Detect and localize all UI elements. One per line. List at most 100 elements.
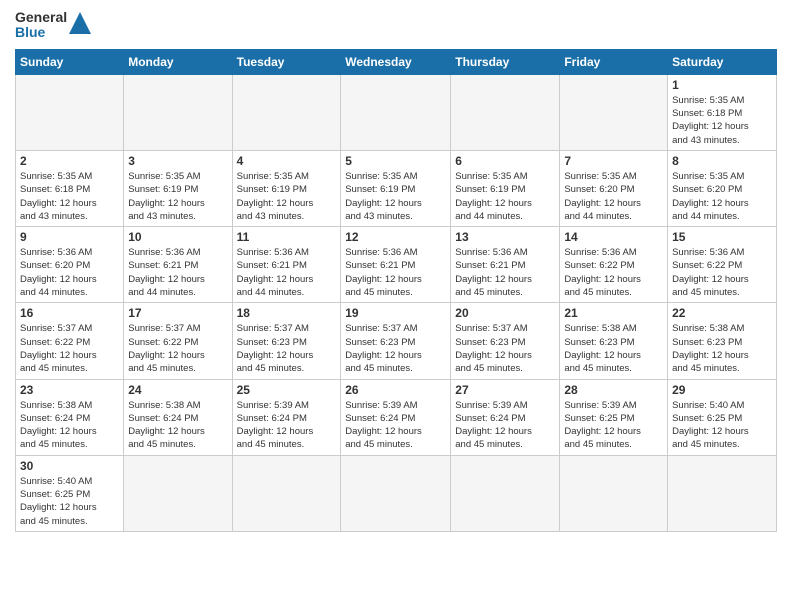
week-row-1: 2Sunrise: 5:35 AMSunset: 6:18 PMDaylight… xyxy=(16,150,777,226)
calendar-cell: 4Sunrise: 5:35 AMSunset: 6:19 PMDaylight… xyxy=(232,150,341,226)
day-number: 26 xyxy=(345,383,446,397)
calendar-cell: 10 Sunrise: 5:36 AMSunset: 6:21 PMDayligh… xyxy=(124,227,232,303)
calendar-cell: 15Sunrise: 5:36 AMSunset: 6:22 PMDayligh… xyxy=(668,227,777,303)
header-friday: Friday xyxy=(560,49,668,74)
day-number: 23 xyxy=(20,383,119,397)
calendar-cell: 9 Sunrise: 5:36 AMSunset: 6:20 PMDaylight… xyxy=(16,227,124,303)
calendar-cell: 11 Sunrise: 5:36 AMSunset: 6:21 PMDayligh… xyxy=(232,227,341,303)
calendar-cell: 28 Sunrise: 5:39 AMSunset: 6:25 PMDayligh… xyxy=(560,379,668,455)
calendar-cell xyxy=(451,455,560,531)
day-info: Sunrise: 5:37 AMSunset: 6:23 PMDaylight:… xyxy=(455,322,555,375)
calendar-cell xyxy=(341,455,451,531)
calendar-cell: 2Sunrise: 5:35 AMSunset: 6:18 PMDaylight… xyxy=(16,150,124,226)
calendar-cell: 27 Sunrise: 5:39 AMSunset: 6:24 PMDayligh… xyxy=(451,379,560,455)
header-saturday: Saturday xyxy=(668,49,777,74)
day-info: Sunrise: 5:39 AMSunset: 6:24 PMDaylight:… xyxy=(345,399,446,452)
calendar-cell xyxy=(124,455,232,531)
day-info: Sunrise: 5:38 AMSunset: 6:23 PMDaylight:… xyxy=(672,322,772,375)
day-info: Sunrise: 5:39 AMSunset: 6:24 PMDaylight:… xyxy=(455,399,555,452)
day-number: 3 xyxy=(128,154,227,168)
day-number: 17 xyxy=(128,306,227,320)
day-number: 14 xyxy=(564,230,663,244)
header-sunday: Sunday xyxy=(16,49,124,74)
calendar-cell: 3 Sunrise: 5:35 AMSunset: 6:19 PMDaylight… xyxy=(124,150,232,226)
calendar-cell: 13Sunrise: 5:36 AMSunset: 6:21 PMDayligh… xyxy=(451,227,560,303)
logo: General Blue xyxy=(15,10,91,41)
day-number: 25 xyxy=(237,383,337,397)
day-number: 29 xyxy=(672,383,772,397)
week-row-2: 9 Sunrise: 5:36 AMSunset: 6:20 PMDaylight… xyxy=(16,227,777,303)
day-info: Sunrise: 5:37 AMSunset: 6:22 PMDaylight:… xyxy=(128,322,227,375)
day-number: 4 xyxy=(237,154,337,168)
day-info: Sunrise: 5:37 AMSunset: 6:23 PMDaylight:… xyxy=(345,322,446,375)
header-tuesday: Tuesday xyxy=(232,49,341,74)
day-info: Sunrise: 5:38 AMSunset: 6:24 PMDaylight:… xyxy=(128,399,227,452)
day-info: Sunrise: 5:37 AMSunset: 6:22 PMDaylight:… xyxy=(20,322,119,375)
day-info: Sunrise: 5:38 AMSunset: 6:24 PMDaylight:… xyxy=(20,399,119,452)
calendar-cell: 24 Sunrise: 5:38 AMSunset: 6:24 PMDayligh… xyxy=(124,379,232,455)
week-row-3: 16 Sunrise: 5:37 AMSunset: 6:22 PMDayligh… xyxy=(16,303,777,379)
calendar-cell: 19 Sunrise: 5:37 AMSunset: 6:23 PMDayligh… xyxy=(341,303,451,379)
day-info: Sunrise: 5:35 AMSunset: 6:19 PMDaylight:… xyxy=(128,170,227,223)
day-number: 1 xyxy=(672,78,772,92)
calendar-cell: 14Sunrise: 5:36 AMSunset: 6:22 PMDayligh… xyxy=(560,227,668,303)
calendar-cell xyxy=(668,455,777,531)
day-number: 2 xyxy=(20,154,119,168)
calendar-cell: 23 Sunrise: 5:38 AMSunset: 6:24 PMDayligh… xyxy=(16,379,124,455)
day-number: 6 xyxy=(455,154,555,168)
page-header: General Blue xyxy=(15,10,777,41)
week-row-4: 23 Sunrise: 5:38 AMSunset: 6:24 PMDayligh… xyxy=(16,379,777,455)
calendar-cell xyxy=(451,74,560,150)
day-number: 30 xyxy=(20,459,119,473)
day-number: 12 xyxy=(345,230,446,244)
day-info: Sunrise: 5:39 AMSunset: 6:24 PMDaylight:… xyxy=(237,399,337,452)
day-number: 16 xyxy=(20,306,119,320)
calendar-cell: 1Sunrise: 5:35 AMSunset: 6:18 PMDaylight… xyxy=(668,74,777,150)
day-number: 10 xyxy=(128,230,227,244)
calendar-cell: 12 Sunrise: 5:36 AMSunset: 6:21 PMDayligh… xyxy=(341,227,451,303)
calendar-cell: 26 Sunrise: 5:39 AMSunset: 6:24 PMDayligh… xyxy=(341,379,451,455)
calendar-cell: 29Sunrise: 5:40 AMSunset: 6:25 PMDayligh… xyxy=(668,379,777,455)
day-info: Sunrise: 5:39 AMSunset: 6:25 PMDaylight:… xyxy=(564,399,663,452)
day-info: Sunrise: 5:35 AMSunset: 6:19 PMDaylight:… xyxy=(345,170,446,223)
day-number: 5 xyxy=(345,154,446,168)
calendar-cell: 22 Sunrise: 5:38 AMSunset: 6:23 PMDayligh… xyxy=(668,303,777,379)
day-number: 20 xyxy=(455,306,555,320)
day-info: Sunrise: 5:40 AMSunset: 6:25 PMDaylight:… xyxy=(20,475,119,528)
calendar-cell: 30 Sunrise: 5:40 AMSunset: 6:25 PMDayligh… xyxy=(16,455,124,531)
calendar-cell: 6 Sunrise: 5:35 AMSunset: 6:19 PMDaylight… xyxy=(451,150,560,226)
calendar-cell xyxy=(341,74,451,150)
calendar-cell: 5 Sunrise: 5:35 AMSunset: 6:19 PMDaylight… xyxy=(341,150,451,226)
day-info: Sunrise: 5:36 AMSunset: 6:21 PMDaylight:… xyxy=(237,246,337,299)
day-info: Sunrise: 5:35 AMSunset: 6:20 PMDaylight:… xyxy=(672,170,772,223)
day-info: Sunrise: 5:35 AMSunset: 6:19 PMDaylight:… xyxy=(455,170,555,223)
day-number: 27 xyxy=(455,383,555,397)
calendar-cell xyxy=(560,74,668,150)
week-row-0: 1Sunrise: 5:35 AMSunset: 6:18 PMDaylight… xyxy=(16,74,777,150)
calendar-cell xyxy=(232,74,341,150)
logo-general: General xyxy=(15,10,67,25)
day-info: Sunrise: 5:36 AMSunset: 6:20 PMDaylight:… xyxy=(20,246,119,299)
logo-blue: Blue xyxy=(15,25,67,40)
week-row-5: 30 Sunrise: 5:40 AMSunset: 6:25 PMDayligh… xyxy=(16,455,777,531)
day-info: Sunrise: 5:36 AMSunset: 6:21 PMDaylight:… xyxy=(345,246,446,299)
day-info: Sunrise: 5:36 AMSunset: 6:21 PMDaylight:… xyxy=(455,246,555,299)
calendar-cell: 25 Sunrise: 5:39 AMSunset: 6:24 PMDayligh… xyxy=(232,379,341,455)
day-number: 28 xyxy=(564,383,663,397)
day-info: Sunrise: 5:36 AMSunset: 6:21 PMDaylight:… xyxy=(128,246,227,299)
day-number: 24 xyxy=(128,383,227,397)
calendar-cell xyxy=(16,74,124,150)
day-number: 19 xyxy=(345,306,446,320)
day-number: 11 xyxy=(237,230,337,244)
header-monday: Monday xyxy=(124,49,232,74)
calendar-cell: 21Sunrise: 5:38 AMSunset: 6:23 PMDayligh… xyxy=(560,303,668,379)
calendar-cell: 7Sunrise: 5:35 AMSunset: 6:20 PMDaylight… xyxy=(560,150,668,226)
day-info: Sunrise: 5:37 AMSunset: 6:23 PMDaylight:… xyxy=(237,322,337,375)
day-number: 22 xyxy=(672,306,772,320)
day-number: 21 xyxy=(564,306,663,320)
calendar-cell: 17 Sunrise: 5:37 AMSunset: 6:22 PMDayligh… xyxy=(124,303,232,379)
day-number: 9 xyxy=(20,230,119,244)
calendar-cell xyxy=(232,455,341,531)
calendar-cell: 16 Sunrise: 5:37 AMSunset: 6:22 PMDayligh… xyxy=(16,303,124,379)
day-info: Sunrise: 5:35 AMSunset: 6:20 PMDaylight:… xyxy=(564,170,663,223)
